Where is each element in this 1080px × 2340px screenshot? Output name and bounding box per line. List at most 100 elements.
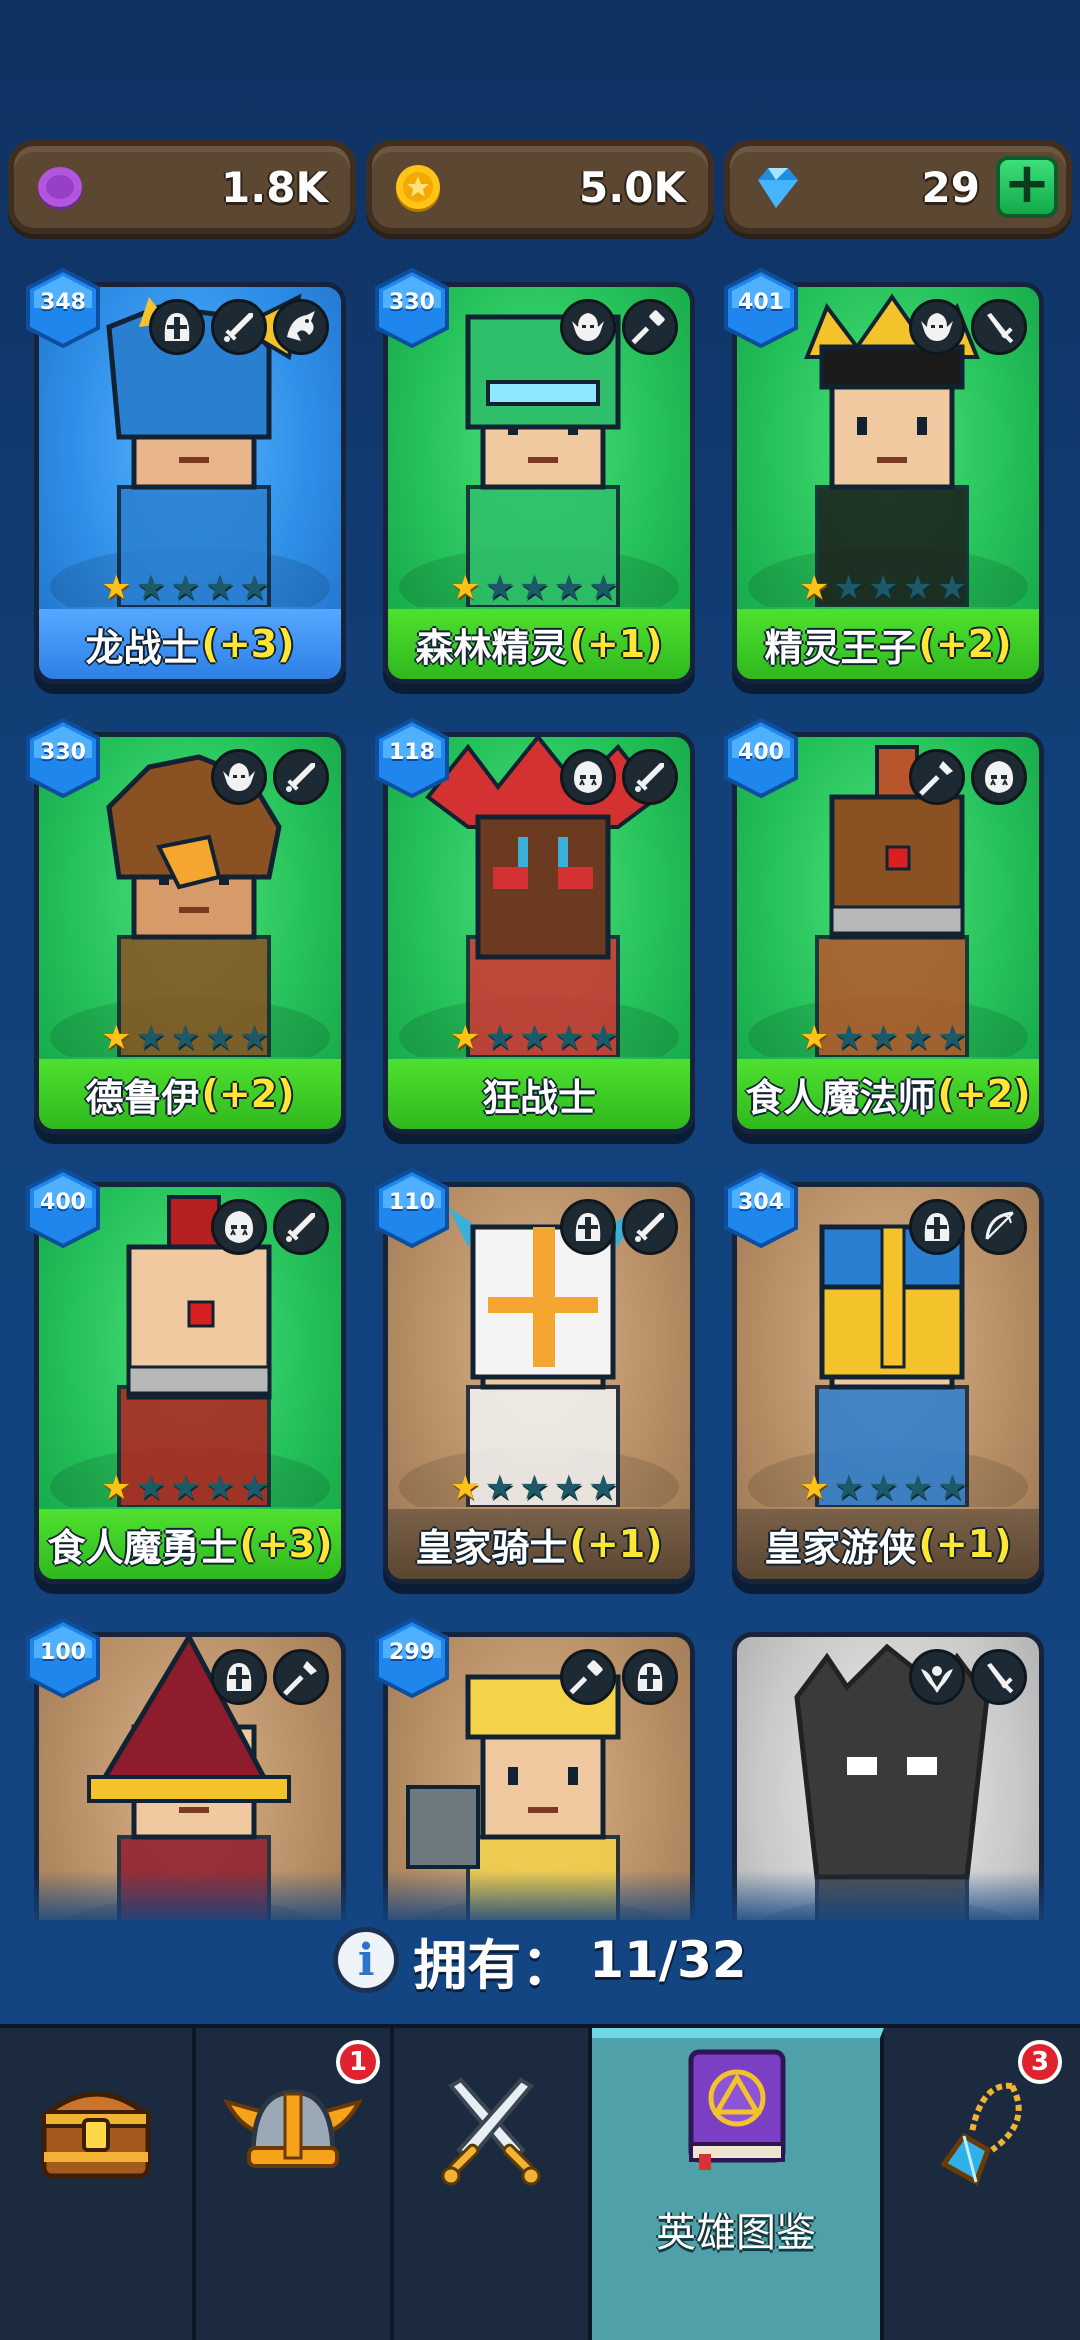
star-rating: ★ ★ ★ ★ ★ — [799, 1471, 967, 1505]
bow-icon — [971, 1199, 1027, 1255]
star-empty-icon: ★ — [902, 1468, 933, 1508]
hero-bonus: (+3) — [201, 622, 295, 666]
star-empty-icon: ★ — [936, 568, 968, 608]
star-empty-icon: ★ — [587, 568, 619, 608]
tab-items[interactable]: 3 — [884, 2028, 1080, 2340]
hero-level: 400 — [40, 1190, 86, 1215]
orc-icon — [971, 749, 1027, 805]
hero-level: 400 — [738, 740, 784, 765]
star-filled-icon: ★ — [450, 1018, 481, 1058]
purple-currency-value: 1.8K — [221, 163, 328, 212]
info-icon[interactable]: i — [333, 1927, 400, 1993]
hero-name: 德鲁伊 — [85, 1075, 200, 1120]
hero-name: 狂战士 — [481, 1075, 596, 1120]
gem-currency-value: 29 — [921, 163, 980, 212]
gold-currency-value: 5.0K — [579, 163, 686, 212]
star-empty-icon: ★ — [518, 1018, 550, 1058]
hero-name-bar: 狂战士 — [388, 1059, 690, 1129]
add-gems-button[interactable]: + — [996, 156, 1058, 218]
star-empty-icon: ★ — [135, 1018, 166, 1058]
hero-name-bar: 皇家骑士 (+1) — [388, 1509, 690, 1579]
crossed-swords-icon — [441, 2077, 541, 2186]
tab-hero-encyclopedia[interactable]: 英雄图鉴 — [592, 2028, 884, 2340]
star-empty-icon: ★ — [169, 568, 201, 608]
helmet-icon — [211, 1649, 267, 1705]
heroes-notification-badge: 1 — [336, 2040, 380, 2084]
tab-battle[interactable] — [394, 2028, 592, 2340]
hero-bonus: (+1) — [569, 1522, 663, 1566]
star-filled-icon: ★ — [450, 568, 481, 608]
plus-icon: + — [1003, 151, 1051, 216]
star-empty-icon: ★ — [867, 1468, 899, 1508]
hero-name-bar: 德鲁伊 (+2) — [39, 1059, 341, 1129]
helmet-icon — [622, 1649, 678, 1705]
elf-icon — [211, 749, 267, 805]
hero-bonus: (+1) — [569, 622, 663, 666]
dagger-icon — [971, 299, 1027, 355]
sword-icon — [622, 1199, 678, 1255]
star-empty-icon: ★ — [484, 568, 515, 608]
star-empty-icon: ★ — [553, 568, 584, 608]
gold-coin-icon — [396, 165, 440, 212]
hero-name-bar: 森林精灵 (+1) — [388, 609, 690, 679]
star-empty-icon: ★ — [936, 1018, 968, 1058]
star-filled-icon: ★ — [450, 1468, 481, 1508]
star-rating: ★ ★ ★ ★ ★ — [101, 1471, 269, 1505]
hero-bonus: (+3) — [239, 1522, 333, 1566]
hammer-icon — [560, 1649, 616, 1705]
hero-level: 348 — [40, 290, 86, 315]
hero-name: 食人魔勇士 — [47, 1525, 238, 1570]
owned-label: 拥有： — [413, 1933, 576, 1997]
star-empty-icon: ★ — [204, 568, 235, 608]
star-empty-icon: ★ — [135, 1468, 166, 1508]
tab-hero-encyclopedia-label: 英雄图鉴 — [656, 2210, 816, 2256]
purple-token-icon — [38, 167, 82, 210]
star-empty-icon: ★ — [587, 1018, 619, 1058]
star-filled-icon: ★ — [799, 568, 830, 608]
hero-bonus: (+1) — [918, 1522, 1012, 1566]
star-filled-icon: ★ — [101, 568, 132, 608]
amulet-icon — [940, 2082, 1022, 2186]
star-empty-icon: ★ — [238, 1468, 270, 1508]
hero-level-badge: 100 — [26, 1618, 100, 1698]
star-filled-icon: ★ — [101, 1468, 132, 1508]
star-empty-icon: ★ — [867, 1018, 899, 1058]
orc-icon — [211, 1199, 267, 1255]
star-empty-icon: ★ — [169, 1468, 201, 1508]
hero-level-badge: 401 — [724, 268, 798, 348]
star-empty-icon: ★ — [204, 1018, 235, 1058]
star-empty-icon: ★ — [553, 1018, 584, 1058]
gold-currency-panel[interactable]: 5.0K — [366, 140, 714, 234]
bottom-nav: 1 英雄图鉴 3 — [0, 2024, 1080, 2340]
helmet-icon — [149, 299, 205, 355]
star-empty-icon: ★ — [484, 1468, 515, 1508]
tab-shop[interactable] — [0, 2028, 196, 2340]
star-empty-icon: ★ — [867, 568, 899, 608]
star-empty-icon: ★ — [518, 1468, 550, 1508]
hero-level-badge: 400 — [724, 718, 798, 798]
hero-bonus: (+2) — [201, 1072, 295, 1116]
star-empty-icon: ★ — [902, 1018, 933, 1058]
hero-name-bar: 食人魔勇士 (+3) — [39, 1509, 341, 1579]
elf-icon — [909, 299, 965, 355]
tab-heroes[interactable]: 1 — [196, 2028, 394, 2340]
star-empty-icon: ★ — [204, 1468, 235, 1508]
hero-name-bar: 龙战士 (+3) — [39, 609, 341, 679]
purple-currency-panel[interactable]: 1.8K — [8, 140, 356, 234]
hero-level: 401 — [738, 290, 784, 315]
winged-emblem-icon — [909, 1649, 965, 1705]
star-empty-icon: ★ — [169, 1018, 201, 1058]
star-filled-icon: ★ — [799, 1018, 830, 1058]
star-rating: ★ ★ ★ ★ ★ — [450, 571, 618, 605]
hero-name-bar: 精灵王子 (+2) — [737, 609, 1039, 679]
star-empty-icon: ★ — [833, 568, 864, 608]
hero-level: 304 — [738, 1190, 784, 1215]
dragon-icon — [273, 299, 329, 355]
star-filled-icon: ★ — [101, 1018, 132, 1058]
hero-name: 皇家游侠 — [764, 1525, 917, 1570]
gem-currency-panel[interactable]: 29 + — [724, 140, 1072, 234]
hero-level-badge: 304 — [724, 1168, 798, 1248]
spellbook-icon — [688, 2049, 786, 2170]
hero-level: 100 — [40, 1640, 86, 1665]
hero-name: 皇家骑士 — [415, 1525, 568, 1570]
